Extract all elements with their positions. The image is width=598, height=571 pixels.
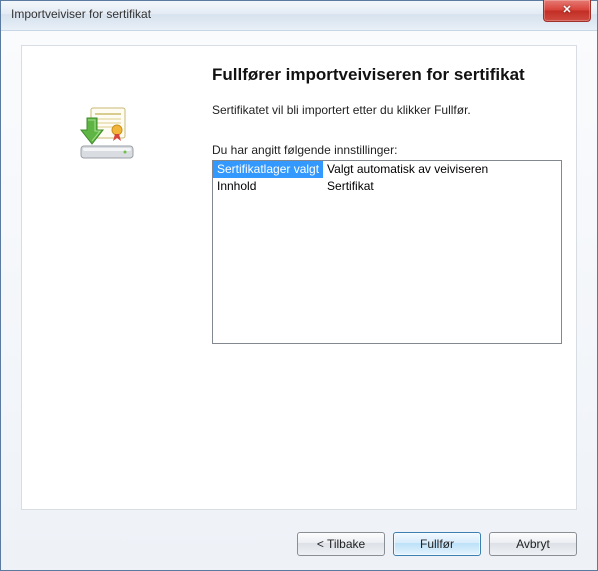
wizard-sidebar bbox=[22, 46, 192, 509]
titlebar: Importveiviser for sertifikat ✕ bbox=[1, 1, 597, 31]
content-panel: Fullfører importveiviseren for sertifika… bbox=[21, 45, 577, 510]
wizard-main: Fullfører importveiviseren for sertifika… bbox=[212, 64, 562, 495]
settings-table: Sertifikatlager valgt Valgt automatisk a… bbox=[213, 161, 561, 195]
close-button[interactable]: ✕ bbox=[543, 0, 591, 22]
certificate-import-icon bbox=[75, 100, 139, 164]
settings-value: Valgt automatisk av veiviseren bbox=[323, 161, 561, 178]
wizard-window: Importveiviser for sertifikat ✕ bbox=[0, 0, 598, 571]
settings-value: Sertifikat bbox=[323, 178, 561, 195]
settings-key: Innhold bbox=[213, 178, 323, 195]
button-row: < Tilbake Fullfør Avbryt bbox=[297, 532, 577, 556]
cancel-button[interactable]: Avbryt bbox=[489, 532, 577, 556]
table-row[interactable]: Innhold Sertifikat bbox=[213, 178, 561, 195]
close-icon: ✕ bbox=[562, 5, 571, 16]
page-title: Fullfører importveiviseren for sertifika… bbox=[212, 64, 562, 85]
table-row[interactable]: Sertifikatlager valgt Valgt automatisk a… bbox=[213, 161, 561, 178]
settings-label: Du har angitt følgende innstillinger: bbox=[212, 143, 562, 157]
settings-listbox[interactable]: Sertifikatlager valgt Valgt automatisk a… bbox=[212, 160, 562, 344]
finish-button[interactable]: Fullfør bbox=[393, 532, 481, 556]
back-button[interactable]: < Tilbake bbox=[297, 532, 385, 556]
page-description: Sertifikatet vil bli importert etter du … bbox=[212, 103, 562, 117]
settings-key: Sertifikatlager valgt bbox=[213, 161, 323, 178]
window-title: Importveiviser for sertifikat bbox=[11, 7, 151, 21]
client-area: Fullfører importveiviseren for sertifika… bbox=[1, 31, 597, 570]
